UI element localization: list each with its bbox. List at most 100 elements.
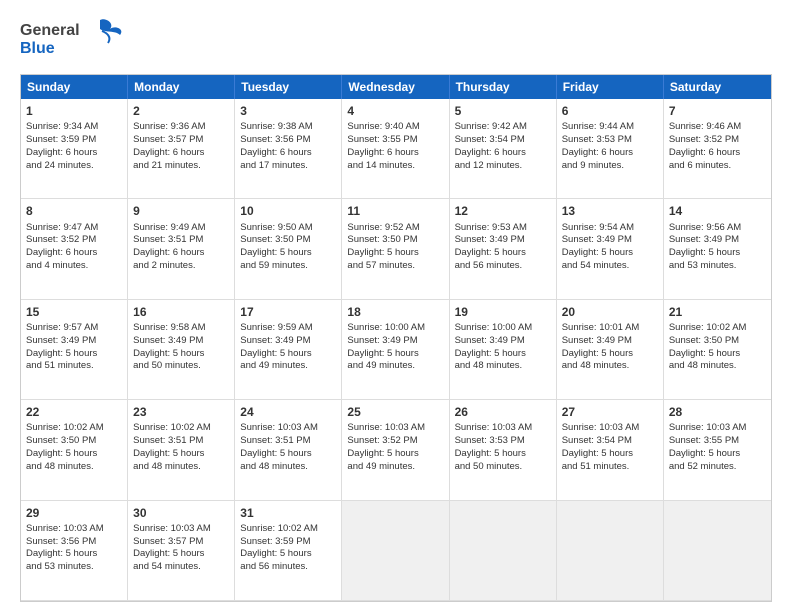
day-info-line: Sunrise: 9:47 AM bbox=[26, 222, 122, 235]
day-info-line: and 48 minutes. bbox=[133, 461, 229, 474]
day-number: 29 bbox=[26, 505, 122, 521]
day-cell-20: 20Sunrise: 10:01 AMSunset: 3:49 PMDaylig… bbox=[557, 300, 664, 400]
day-info-line: Sunrise: 9:54 AM bbox=[562, 222, 658, 235]
day-number: 31 bbox=[240, 505, 336, 521]
day-info-line: Daylight: 5 hours bbox=[455, 448, 551, 461]
day-info-line: Sunset: 3:49 PM bbox=[455, 335, 551, 348]
day-cell-13: 13Sunrise: 9:54 AMSunset: 3:49 PMDayligh… bbox=[557, 199, 664, 299]
day-info-line: and 49 minutes. bbox=[347, 461, 443, 474]
day-info-line: Sunrise: 9:34 AM bbox=[26, 121, 122, 134]
day-info-line: and 49 minutes. bbox=[347, 360, 443, 373]
day-cell-2: 2Sunrise: 9:36 AMSunset: 3:57 PMDaylight… bbox=[128, 99, 235, 199]
day-number: 21 bbox=[669, 304, 766, 320]
day-info-line: Daylight: 5 hours bbox=[669, 448, 766, 461]
day-info-line: Sunset: 3:56 PM bbox=[26, 536, 122, 549]
day-info-line: and 53 minutes. bbox=[26, 561, 122, 574]
empty-cell bbox=[450, 501, 557, 601]
day-number: 24 bbox=[240, 404, 336, 420]
day-number: 30 bbox=[133, 505, 229, 521]
day-cell-15: 15Sunrise: 9:57 AMSunset: 3:49 PMDayligh… bbox=[21, 300, 128, 400]
day-info-line: and 9 minutes. bbox=[562, 160, 658, 173]
day-number: 14 bbox=[669, 203, 766, 219]
header: General Blue bbox=[20, 15, 772, 64]
day-number: 6 bbox=[562, 103, 658, 119]
day-info-line: Sunset: 3:49 PM bbox=[455, 234, 551, 247]
day-info-line: and 48 minutes. bbox=[240, 461, 336, 474]
calendar-header: SundayMondayTuesdayWednesdayThursdayFrid… bbox=[21, 75, 771, 99]
day-number: 22 bbox=[26, 404, 122, 420]
day-cell-17: 17Sunrise: 9:59 AMSunset: 3:49 PMDayligh… bbox=[235, 300, 342, 400]
day-info-line: and 56 minutes. bbox=[455, 260, 551, 273]
svg-text:General: General bbox=[20, 22, 80, 39]
day-info-line: Sunset: 3:50 PM bbox=[347, 234, 443, 247]
logo-text: General Blue bbox=[20, 15, 130, 64]
day-info-line: and 50 minutes. bbox=[455, 461, 551, 474]
day-number: 16 bbox=[133, 304, 229, 320]
day-info-line: Daylight: 5 hours bbox=[347, 448, 443, 461]
day-info-line: Sunrise: 9:58 AM bbox=[133, 322, 229, 335]
day-info-line: Sunrise: 9:53 AM bbox=[455, 222, 551, 235]
day-info-line: Sunset: 3:50 PM bbox=[669, 335, 766, 348]
header-day-friday: Friday bbox=[557, 75, 664, 99]
day-info-line: Sunset: 3:51 PM bbox=[133, 435, 229, 448]
day-info-line: and 6 minutes. bbox=[669, 160, 766, 173]
day-info-line: Sunrise: 9:49 AM bbox=[133, 222, 229, 235]
day-info-line: and 48 minutes. bbox=[562, 360, 658, 373]
day-info-line: Daylight: 5 hours bbox=[26, 348, 122, 361]
day-cell-8: 8 Sunrise: 9:47 AMSunset: 3:52 PMDaylight… bbox=[21, 199, 128, 299]
day-info-line: Daylight: 5 hours bbox=[669, 348, 766, 361]
day-info-line: Daylight: 5 hours bbox=[562, 247, 658, 260]
day-info-line: Sunrise: 10:01 AM bbox=[562, 322, 658, 335]
day-number: 5 bbox=[455, 103, 551, 119]
day-info-line: Sunrise: 9:40 AM bbox=[347, 121, 443, 134]
logo-svg: General Blue bbox=[20, 15, 130, 59]
day-info-line: Daylight: 5 hours bbox=[455, 348, 551, 361]
day-info-line: Daylight: 5 hours bbox=[240, 448, 336, 461]
day-info-line: Sunset: 3:49 PM bbox=[133, 335, 229, 348]
empty-cell bbox=[557, 501, 664, 601]
day-number: 2 bbox=[133, 103, 229, 119]
day-cell-28: 28Sunrise: 10:03 AMSunset: 3:55 PMDaylig… bbox=[664, 400, 771, 500]
day-cell-27: 27Sunrise: 10:03 AMSunset: 3:54 PMDaylig… bbox=[557, 400, 664, 500]
header-day-monday: Monday bbox=[128, 75, 235, 99]
day-info-line: Sunset: 3:57 PM bbox=[133, 536, 229, 549]
day-info-line: and 57 minutes. bbox=[347, 260, 443, 273]
day-cell-12: 12Sunrise: 9:53 AMSunset: 3:49 PMDayligh… bbox=[450, 199, 557, 299]
day-number: 20 bbox=[562, 304, 658, 320]
day-info-line: Sunset: 3:53 PM bbox=[562, 134, 658, 147]
day-info-line: Daylight: 6 hours bbox=[669, 147, 766, 160]
day-info-line: Sunset: 3:54 PM bbox=[455, 134, 551, 147]
day-cell-31: 31Sunrise: 10:02 AMSunset: 3:59 PMDaylig… bbox=[235, 501, 342, 601]
day-info-line: Sunset: 3:52 PM bbox=[26, 234, 122, 247]
day-info-line: Sunrise: 10:03 AM bbox=[562, 422, 658, 435]
day-info-line: Sunset: 3:49 PM bbox=[240, 335, 336, 348]
day-cell-7: 7Sunrise: 9:46 AMSunset: 3:52 PMDaylight… bbox=[664, 99, 771, 199]
day-info-line: Daylight: 5 hours bbox=[669, 247, 766, 260]
empty-cell bbox=[664, 501, 771, 601]
day-info-line: Sunrise: 10:02 AM bbox=[240, 523, 336, 536]
day-info-line: Sunrise: 10:02 AM bbox=[133, 422, 229, 435]
day-info-line: Daylight: 5 hours bbox=[562, 448, 658, 461]
day-info-line: and 51 minutes. bbox=[26, 360, 122, 373]
day-number: 28 bbox=[669, 404, 766, 420]
day-info-line: and 17 minutes. bbox=[240, 160, 336, 173]
day-info-line: Sunrise: 10:03 AM bbox=[26, 523, 122, 536]
calendar: SundayMondayTuesdayWednesdayThursdayFrid… bbox=[20, 74, 772, 602]
day-info-line: Daylight: 6 hours bbox=[26, 247, 122, 260]
day-info-line: Sunrise: 9:46 AM bbox=[669, 121, 766, 134]
day-cell-24: 24Sunrise: 10:03 AMSunset: 3:51 PMDaylig… bbox=[235, 400, 342, 500]
day-number: 8 bbox=[26, 203, 122, 219]
day-info-line: and 48 minutes. bbox=[455, 360, 551, 373]
day-number: 1 bbox=[26, 103, 122, 119]
day-info-line: Sunset: 3:59 PM bbox=[26, 134, 122, 147]
day-info-line: Daylight: 5 hours bbox=[347, 348, 443, 361]
day-number: 13 bbox=[562, 203, 658, 219]
day-info-line: Daylight: 5 hours bbox=[240, 548, 336, 561]
day-info-line: Sunset: 3:55 PM bbox=[669, 435, 766, 448]
day-info-line: Sunrise: 10:00 AM bbox=[347, 322, 443, 335]
page: General Blue SundayMondayTuesdayWednesda… bbox=[0, 0, 792, 612]
day-info-line: Daylight: 5 hours bbox=[240, 348, 336, 361]
day-info-line: Sunrise: 9:57 AM bbox=[26, 322, 122, 335]
day-cell-5: 5Sunrise: 9:42 AMSunset: 3:54 PMDaylight… bbox=[450, 99, 557, 199]
day-info-line: Daylight: 5 hours bbox=[240, 247, 336, 260]
